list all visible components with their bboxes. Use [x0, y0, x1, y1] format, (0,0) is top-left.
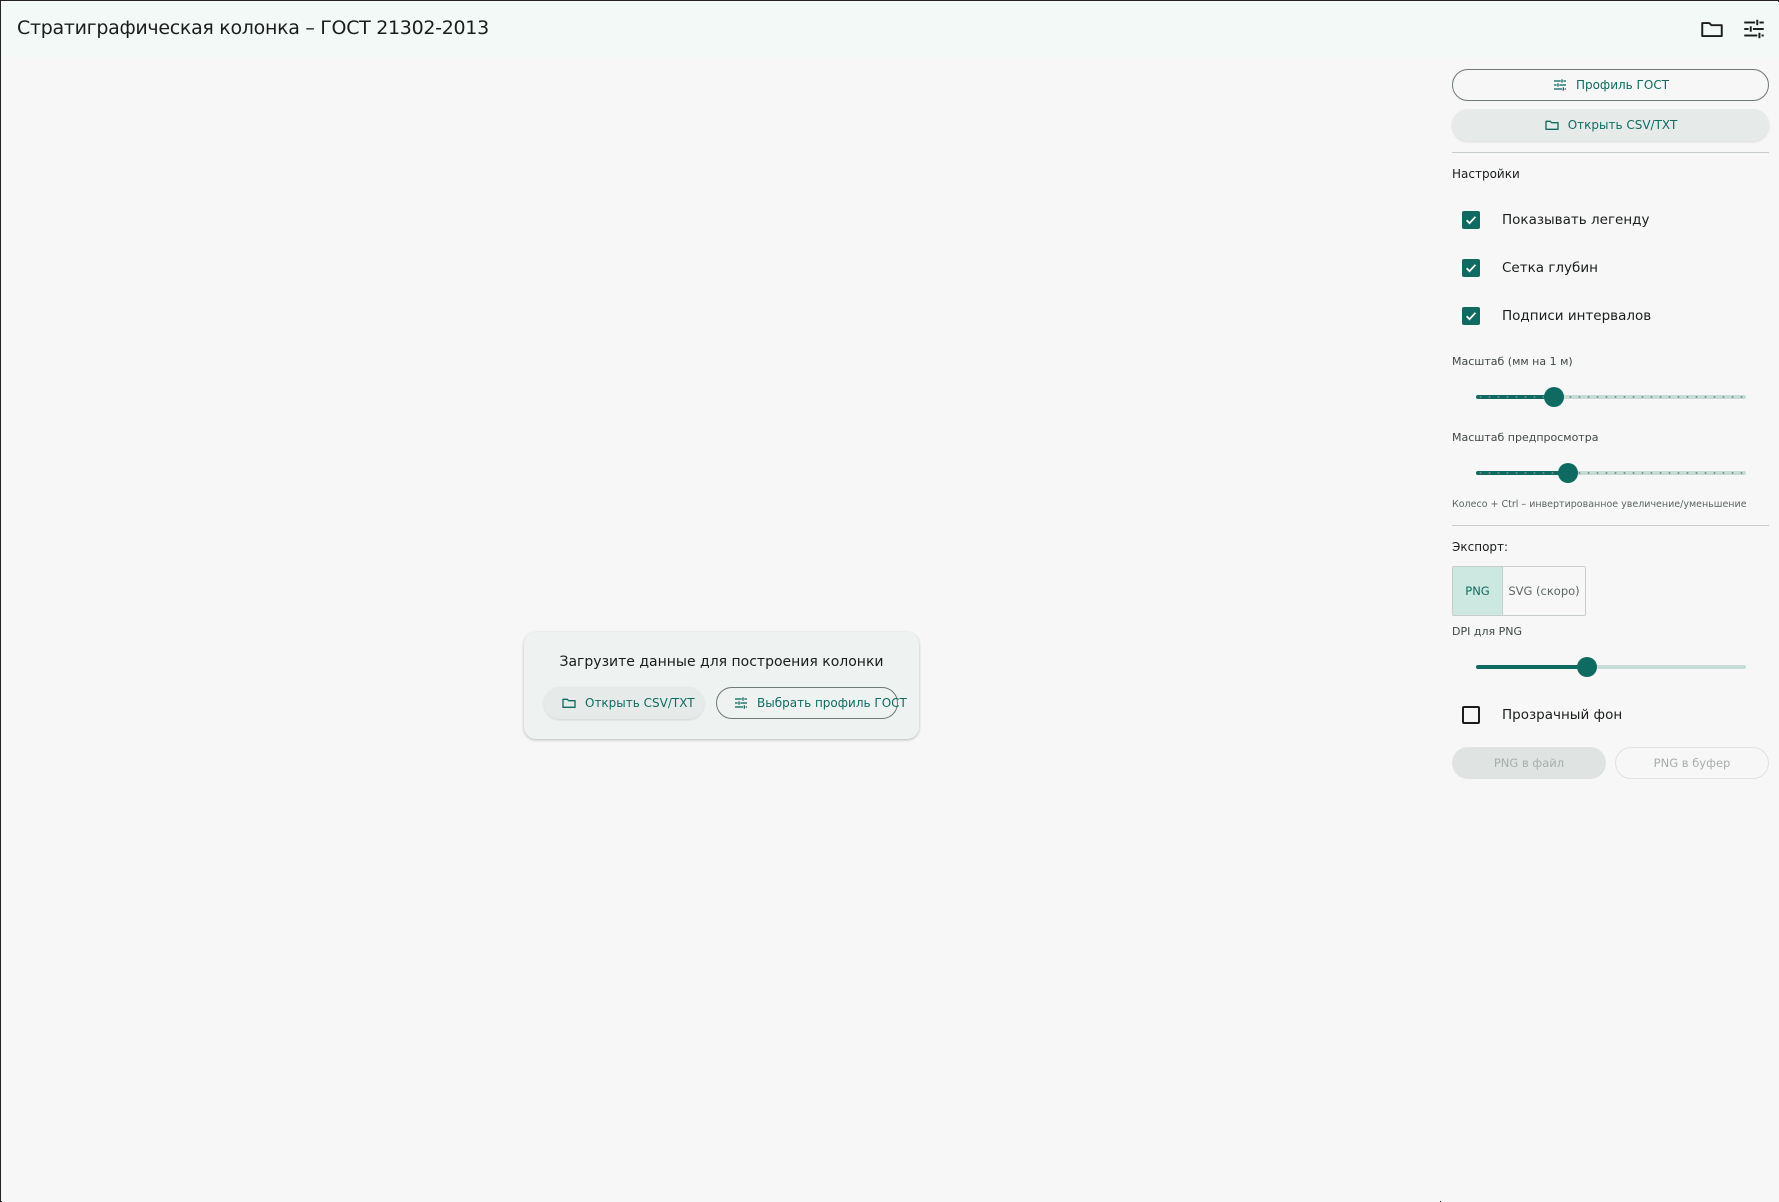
select-profile-label: Выбрать профиль ГОСТ: [757, 696, 907, 710]
dpi-slider[interactable]: [1476, 655, 1746, 679]
format-png-button[interactable]: PNG: [1453, 567, 1502, 615]
profile-settings-button[interactable]: [1741, 16, 1767, 42]
empty-state-title: Загрузите данные для построения колонки: [559, 654, 884, 670]
dpi-slider-thumb[interactable]: [1576, 657, 1597, 677]
gost-profile-button[interactable]: Профиль ГОСТ: [1452, 69, 1769, 101]
depth-grid-checkbox[interactable]: Сетка глубин: [1452, 248, 1769, 288]
sidebar-open-csv-label: Открыть CSV/TXT: [1567, 118, 1678, 132]
show-legend-checkbox[interactable]: Показывать легенду: [1452, 200, 1769, 240]
folder-icon: [1545, 120, 1559, 130]
tune-icon: [735, 697, 747, 709]
checkbox-checked-icon: [1462, 211, 1480, 229]
settings-heading: Настройки: [1452, 167, 1520, 181]
settings-sidebar: Профиль ГОСТ Открыть CSV/TXT Настройки П…: [1441, 57, 1779, 1202]
open-csv-button[interactable]: Открыть CSV/TXT: [544, 687, 704, 719]
divider: [1452, 152, 1769, 153]
zoom-hint: Колесо + Ctrl – инвертированное увеличен…: [1452, 499, 1747, 510]
scale-slider-thumb[interactable]: [1544, 387, 1565, 407]
scale-label: Масштаб (мм на 1 м): [1452, 355, 1573, 368]
depth-grid-label: Сетка глубин: [1502, 260, 1598, 276]
app-window: Стратиграфическая колонка – ГОСТ 21302-2…: [0, 0, 1779, 1202]
empty-state-card: Загрузите данные для построения колонки …: [524, 632, 919, 739]
preview-area: Загрузите данные для построения колонки …: [2, 57, 1440, 1202]
open-folder-button[interactable]: [1699, 16, 1725, 42]
sidebar-open-csv-button[interactable]: Открыть CSV/TXT: [1452, 109, 1769, 141]
dpi-label: DPI для PNG: [1452, 625, 1522, 638]
export-format-toggle: PNG SVG (скоро): [1452, 566, 1586, 616]
open-csv-label: Открыть CSV/TXT: [585, 696, 695, 710]
tune-icon: [1553, 79, 1566, 91]
png-to-clipboard-button[interactable]: PNG в буфер: [1615, 747, 1769, 779]
scale-slider[interactable]: [1476, 385, 1746, 409]
app-bar: Стратиграфическая колонка – ГОСТ 21302-2…: [2, 2, 1779, 57]
preview-scale-slider[interactable]: [1476, 461, 1746, 485]
gost-profile-label: Профиль ГОСТ: [1575, 78, 1670, 92]
export-heading: Экспорт:: [1452, 540, 1509, 554]
png-to-file-button[interactable]: PNG в файл: [1452, 747, 1606, 779]
preview-scale-slider-thumb[interactable]: [1557, 463, 1578, 483]
show-legend-label: Показывать легенду: [1502, 212, 1650, 228]
checkbox-checked-icon: [1462, 307, 1480, 325]
interval-labels-checkbox[interactable]: Подписи интервалов: [1452, 296, 1769, 336]
app-title: Стратиграфическая колонка – ГОСТ 21302-2…: [17, 17, 489, 39]
folder-icon: [1701, 22, 1723, 38]
transparent-bg-label: Прозрачный фон: [1502, 707, 1623, 723]
folder-icon: [562, 698, 576, 708]
divider: [1452, 525, 1769, 526]
select-profile-button[interactable]: Выбрать профиль ГОСТ: [716, 687, 907, 719]
tune-icon: [1744, 19, 1764, 39]
interval-labels-label: Подписи интервалов: [1502, 308, 1652, 324]
checkbox-checked-icon: [1462, 259, 1480, 277]
format-svg-button[interactable]: SVG (скоро): [1502, 567, 1585, 615]
preview-scale-label: Масштаб предпросмотра: [1452, 431, 1599, 444]
checkbox-unchecked-icon: [1462, 706, 1480, 724]
transparent-bg-checkbox[interactable]: Прозрачный фон: [1452, 695, 1769, 735]
